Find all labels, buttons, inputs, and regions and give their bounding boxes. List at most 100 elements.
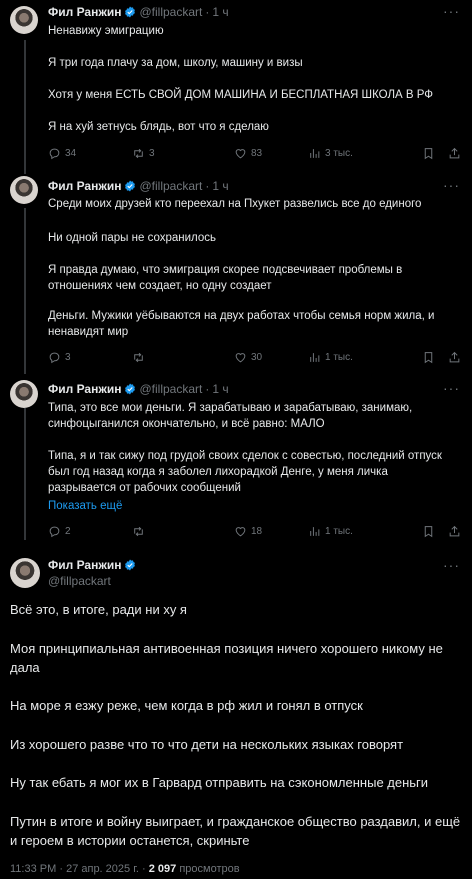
like-count: 83 — [251, 147, 263, 159]
tweet-time[interactable]: 1 ч — [212, 382, 228, 396]
retweet-button[interactable]: 3 — [132, 145, 155, 161]
share-button[interactable] — [448, 145, 461, 161]
tweet-text: Типа, это все мои деньги. Я зарабатываю … — [48, 402, 413, 430]
verified-badge-icon — [125, 6, 136, 18]
share-icon — [449, 525, 460, 536]
views-count: 3 тыс. — [325, 147, 353, 159]
main-tweet-header: Фил Ранжин — [48, 558, 136, 572]
views-button[interactable]: 1 тыс. — [308, 523, 353, 539]
bookmark-icon — [424, 525, 433, 537]
share-icon — [449, 351, 460, 362]
like-button[interactable]: 18 — [234, 523, 262, 539]
reply-icon — [49, 352, 60, 363]
share-icon — [449, 147, 460, 158]
reply-button[interactable]: 2 — [48, 523, 71, 539]
reply-button[interactable]: 3 — [48, 349, 71, 365]
show-more-link[interactable]: Показать ещё — [48, 498, 458, 514]
retweet-icon — [134, 526, 143, 536]
reply-count: 3 — [65, 351, 71, 363]
main-tweet-text: Моя принципиальная антивоенная позиция н… — [10, 641, 443, 675]
main-tweet: Фил Ранжин @fillpackart ··· Всё это, в и… — [0, 548, 472, 879]
like-button[interactable]: 83 — [234, 145, 262, 161]
author-handle[interactable]: @fillpackart — [139, 382, 202, 396]
tweet-header: Фил Ранжин @fillpackart · 1 ч — [48, 179, 229, 193]
more-icon[interactable]: ··· — [443, 381, 460, 395]
tweet-meta: 11:33 PM · 27 апр. 2025 г. · 2 097 просм… — [10, 863, 240, 875]
author-name[interactable]: Фил Ранжин — [48, 5, 121, 19]
main-tweet-text: Всё это, в итоге, ради ни ху я — [10, 602, 187, 617]
tweet-text: Я три года плачу за дом, школу, машину и… — [48, 57, 303, 69]
main-tweet-text: Ну так ебать я мог их в Гарвард отправит… — [10, 775, 429, 790]
tweet-actions: 34 3 83 3 тыс. — [48, 145, 462, 161]
retweet-icon — [134, 352, 143, 362]
tweet-text: Хотя у меня ЕСТЬ СВОЙ ДОМ МАШИНА И БЕСПЛ… — [48, 89, 434, 101]
heart-icon — [235, 352, 246, 362]
views-count: 1 тыс. — [325, 525, 353, 537]
tweet-text: Среди моих друзей кто переехал на Пхукет… — [48, 198, 422, 210]
views-button[interactable]: 3 тыс. — [308, 145, 353, 161]
verified-badge-icon — [125, 383, 136, 395]
retweet-button[interactable] — [132, 523, 149, 539]
views-icon — [310, 526, 320, 536]
share-button[interactable] — [448, 523, 461, 539]
like-count: 18 — [251, 525, 263, 537]
tweet-actions: 3 30 1 тыс. — [48, 349, 462, 365]
retweet-button[interactable] — [132, 349, 149, 365]
reply-icon — [49, 526, 60, 537]
post-time[interactable]: 11:33 PM — [10, 863, 56, 875]
bookmark-button[interactable] — [422, 145, 435, 161]
tweet[interactable]: Фил Ранжин @fillpackart · 1 ч ··· Типа, … — [0, 376, 472, 546]
like-button[interactable]: 30 — [234, 349, 262, 365]
verified-badge-icon — [125, 559, 136, 571]
tweet-text: Ненавижу эмиграцию — [48, 25, 164, 37]
like-count: 30 — [251, 351, 263, 363]
views-button[interactable]: 1 тыс. — [308, 349, 353, 365]
more-icon[interactable]: ··· — [443, 4, 460, 18]
tweet-text: Типа, я и так сижу под грудой своих сдел… — [48, 450, 442, 494]
bookmark-icon — [424, 147, 433, 159]
heart-icon — [235, 526, 246, 536]
avatar[interactable] — [10, 6, 38, 34]
author-handle[interactable]: @fillpackart — [139, 179, 202, 193]
tweet-time[interactable]: 1 ч — [212, 5, 228, 19]
avatar[interactable] — [10, 176, 38, 204]
reply-count: 2 — [65, 525, 71, 537]
separator-dot: · — [205, 382, 210, 396]
retweet-count: 3 — [149, 147, 155, 159]
avatar[interactable] — [10, 558, 40, 588]
tweet-text: Ни одной пары не сохранилось — [48, 232, 217, 244]
more-icon[interactable]: ··· — [443, 178, 460, 192]
tweet-time[interactable]: 1 ч — [212, 179, 228, 193]
bookmark-button[interactable] — [422, 349, 435, 365]
author-name[interactable]: Фил Ранжин — [48, 558, 121, 572]
main-tweet-text: На море я езжу реже, чем когда в рф жил … — [10, 698, 363, 713]
avatar[interactable] — [10, 380, 38, 408]
tweet[interactable]: Фил Ранжин @fillpackart · 1 ч ··· Среди … — [0, 174, 472, 374]
author-name[interactable]: Фил Ранжин — [48, 382, 121, 396]
author-handle[interactable]: @fillpackart — [139, 5, 202, 19]
tweet-text: Я правда думаю, что эмиграция скорее под… — [48, 264, 403, 292]
bookmark-button[interactable] — [422, 523, 435, 539]
tweet[interactable]: Фил Ранжин @fillpackart · 1 ч ··· Ненави… — [0, 0, 472, 170]
author-handle[interactable]: @fillpackart — [48, 574, 111, 588]
reply-button[interactable]: 34 — [48, 145, 76, 161]
tweet-text: Я на хуй зетнусь блядь, вот что я сделаю — [48, 121, 269, 133]
tweet-actions: 2 18 1 тыс. — [48, 523, 462, 539]
separator-dot: · — [205, 5, 210, 19]
reply-count: 34 — [65, 147, 77, 159]
views-icon — [310, 148, 320, 158]
share-button[interactable] — [448, 349, 461, 365]
tweet-header: Фил Ранжин @fillpackart · 1 ч — [48, 382, 229, 396]
bookmark-icon — [424, 351, 433, 363]
main-tweet-text: Путин в итоге и войну выиграет, и гражда… — [10, 814, 461, 848]
post-date[interactable]: 27 апр. 2025 г. — [66, 863, 139, 875]
author-name[interactable]: Фил Ранжин — [48, 179, 121, 193]
views-label: просмотров — [179, 863, 240, 875]
views-total: 2 097 — [148, 863, 177, 875]
retweet-icon — [134, 148, 143, 158]
views-icon — [310, 352, 320, 362]
heart-icon — [235, 148, 246, 158]
main-tweet-text: Из хорошего разве что то что дети на нес… — [10, 737, 404, 752]
more-icon[interactable]: ··· — [443, 558, 460, 572]
views-count: 1 тыс. — [325, 351, 353, 363]
